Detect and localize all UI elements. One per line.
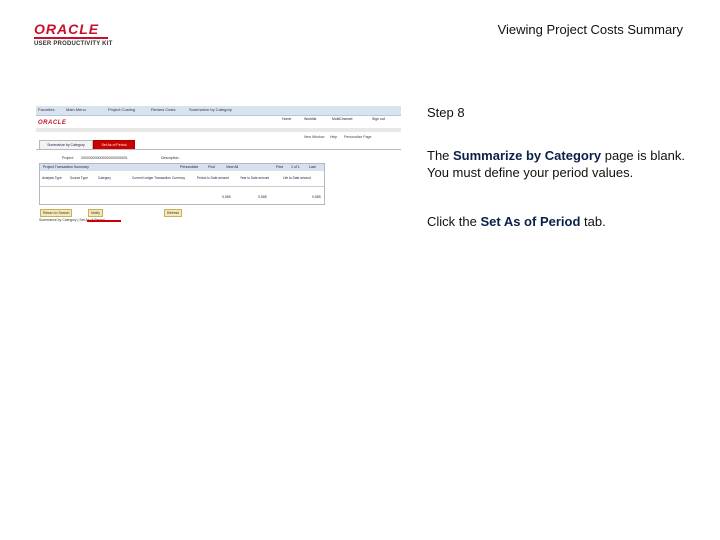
refresh-button[interactable]: Refresh bbox=[164, 209, 183, 217]
col-source-type[interactable]: Source Type bbox=[70, 176, 88, 180]
cell-period-to-date: 9,585 bbox=[222, 195, 231, 199]
link-worklist[interactable]: Worklist bbox=[304, 117, 316, 121]
oracle-upk-logo: ORACLE USER PRODUCTIVITY KIT bbox=[34, 22, 126, 48]
col-category[interactable]: Category bbox=[98, 176, 111, 180]
footer-highlight bbox=[87, 220, 121, 222]
notify-button[interactable]: Notify bbox=[88, 209, 103, 217]
grid-column-headers: Analysis Type Source Type Category Curre… bbox=[40, 172, 324, 187]
link-new-window[interactable]: New Window bbox=[304, 135, 324, 139]
application-screenshot: Favorites Main Menu Project Costing Revi… bbox=[36, 106, 401, 224]
link-sign-out[interactable]: Sign out bbox=[372, 117, 385, 121]
cell-year-to-date: 9,585 bbox=[258, 195, 267, 199]
grid-find-link[interactable]: Find bbox=[208, 165, 215, 169]
grid-page-count: 1 of 1 bbox=[291, 165, 300, 169]
cta-tab-name: Set As of Period bbox=[480, 214, 581, 229]
link-home[interactable]: Home bbox=[282, 117, 291, 121]
col-period-to-date[interactable]: Period to Date amount bbox=[197, 176, 229, 180]
nav-item-summarize[interactable]: Summarize by Category bbox=[189, 107, 232, 112]
link-help[interactable]: Help bbox=[330, 135, 337, 139]
logo-rule bbox=[34, 37, 108, 39]
step-instruction: Click the Set As of Period tab. bbox=[427, 214, 606, 229]
grid-header: Project Transaction Summary Personalize … bbox=[40, 164, 324, 171]
document-title: Viewing Project Costs Summary bbox=[497, 22, 683, 37]
logo-brand: ORACLE bbox=[34, 21, 100, 37]
col-currency[interactable]: Currency bbox=[172, 176, 185, 180]
col-analysis-type[interactable]: Analysis Type bbox=[42, 176, 62, 180]
description-label: Description: bbox=[161, 156, 180, 160]
col-year-to-date[interactable]: Year to Date amount bbox=[240, 176, 269, 180]
tab-divider bbox=[36, 149, 401, 150]
col-current-ledger[interactable]: Current Ledger Transaction bbox=[132, 176, 171, 180]
link-personalize-page[interactable]: Personalize Page bbox=[344, 135, 371, 139]
app-brand: ORACLE bbox=[38, 120, 67, 126]
grid-last-link[interactable]: Last bbox=[309, 165, 316, 169]
nav-item-main-menu[interactable]: Main Menu bbox=[66, 107, 86, 112]
header-divider bbox=[36, 128, 401, 132]
cell-life-to-date: 9,585 bbox=[312, 195, 321, 199]
col-life-to-date[interactable]: Life to Date amount bbox=[283, 176, 311, 180]
nav-item-project-costing[interactable]: Project Costing bbox=[108, 107, 135, 112]
project-value: 000000000000000000000001 bbox=[81, 156, 128, 160]
project-label: Project: bbox=[62, 156, 74, 160]
step-description: The Summarize by Category page is blank.… bbox=[427, 148, 685, 180]
return-to-search-button[interactable]: Return to Search bbox=[40, 209, 73, 217]
grid-view-all-link[interactable]: View All bbox=[226, 165, 238, 169]
nav-item-review-costs[interactable]: Review Costs bbox=[151, 107, 175, 112]
desc-page-name: Summarize by Category bbox=[453, 148, 602, 163]
grid-first-link[interactable]: First bbox=[276, 165, 283, 169]
grid-title: Project Transaction Summary bbox=[43, 165, 89, 169]
nav-item-favorites[interactable]: Favorites bbox=[38, 107, 54, 112]
transaction-summary-grid: Project Transaction Summary Personalize … bbox=[39, 163, 325, 205]
step-number: Step 8 bbox=[427, 105, 465, 120]
grid-personalize-link[interactable]: Personalize bbox=[180, 165, 198, 169]
nav-bar: Favorites Main Menu Project Costing Revi… bbox=[36, 106, 401, 116]
link-multichannel[interactable]: MultiChannel bbox=[332, 117, 352, 121]
logo-product: USER PRODUCTIVITY KIT bbox=[34, 41, 113, 47]
